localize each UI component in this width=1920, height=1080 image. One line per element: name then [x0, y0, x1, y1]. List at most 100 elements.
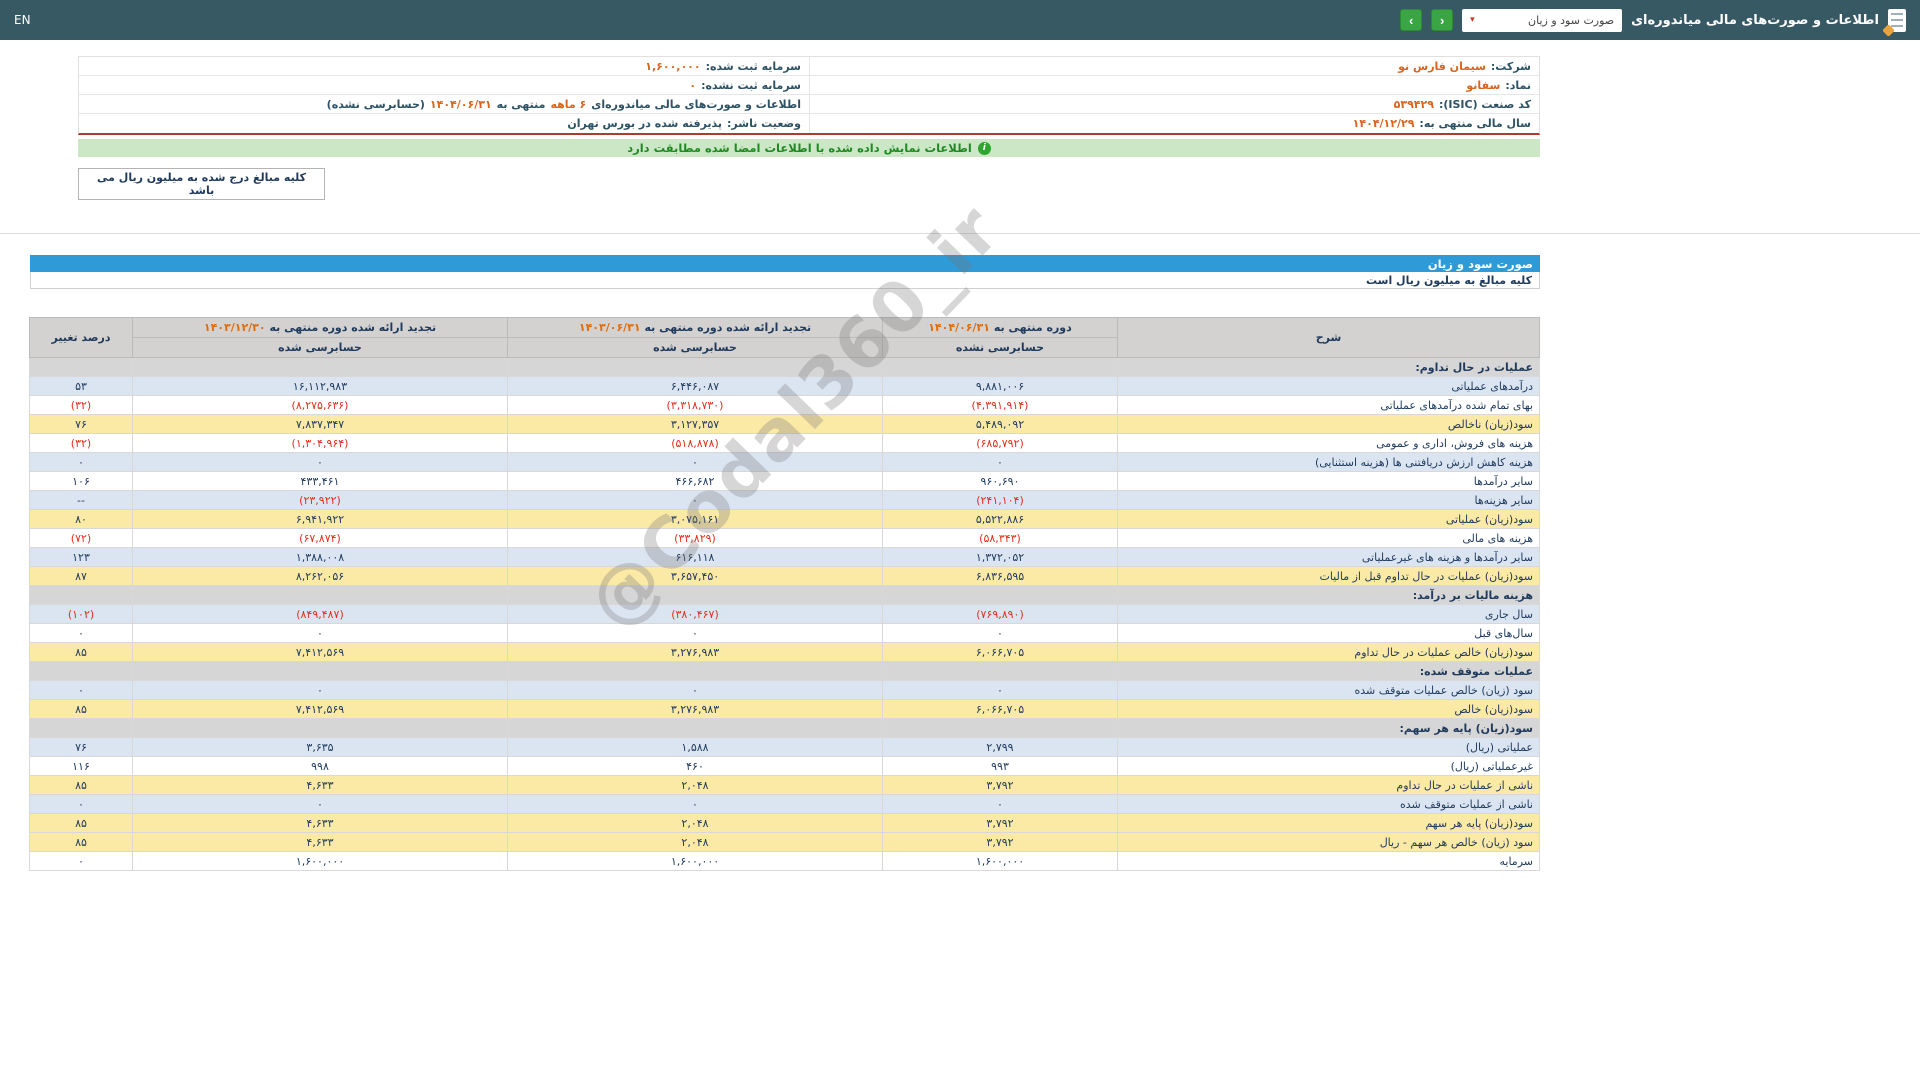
- company-info-section: شرکت: سیمان فارس نو سرمایه ثبت شده: ۱,۶۰…: [30, 56, 1540, 200]
- value-percent-change: ۰: [29, 794, 133, 814]
- page-title: اطلاعات و صورت‌های مالی میاندوره‌ای: [1631, 12, 1879, 28]
- value-percent-change: [29, 357, 133, 377]
- company-label: شرکت:: [1490, 59, 1531, 73]
- fiscal-year-value: ۱۴۰۴/۱۲/۲۹: [1352, 117, 1415, 130]
- value-current-period: ۵,۵۲۲,۸۸۶: [882, 509, 1118, 529]
- value-restated-midyear: ۳,۲۷۶,۹۸۳: [507, 699, 883, 719]
- row-label: هزینه کاهش ارزش دریافتنی ها (هزینه استثن…: [1117, 452, 1540, 472]
- company-info-table: شرکت: سیمان فارس نو سرمایه ثبت شده: ۱,۶۰…: [78, 56, 1540, 135]
- value-current-period: ۰: [882, 680, 1118, 700]
- value-restated-midyear: ۰: [507, 794, 883, 814]
- value-restated-midyear: (۳,۳۱۸,۷۳۰): [507, 395, 883, 415]
- column-header-percent-change: درصد تغییر: [29, 317, 133, 358]
- value-current-period: ۹۹۳: [882, 756, 1118, 776]
- value-restated-year: [132, 661, 508, 681]
- value-current-period: (۷۶۹,۸۹۰): [882, 604, 1118, 624]
- value-restated-year: ۴,۶۳۳: [132, 832, 508, 852]
- value-restated-year: [132, 357, 508, 377]
- signature-match-text: اطلاعات نمایش داده شده با اطلاعات امضا ش…: [627, 141, 972, 155]
- value-restated-year: (۲۳,۹۲۲): [132, 490, 508, 510]
- value-current-period: ۹,۸۸۱,۰۰۶: [882, 376, 1118, 396]
- issuer-status-label: وضعیت ناشر:: [727, 117, 801, 130]
- unregistered-capital-value: ۰: [689, 78, 697, 92]
- period-months: ۶ ماهه: [550, 97, 587, 111]
- value-restated-year: (۱,۳۰۴,۹۶۴): [132, 433, 508, 453]
- value-restated-midyear: ۳,۶۵۷,۴۵۰: [507, 566, 883, 586]
- value-current-period: (۴,۳۹۱,۹۱۴): [882, 395, 1118, 415]
- row-label: سود(زیان) خالص: [1117, 699, 1540, 719]
- row-label: عملیاتی (ریال): [1117, 737, 1540, 757]
- column-header-restated-year: تجدید ارائه شده دوره منتهی به ۱۴۰۳/۱۲/۳۰: [132, 317, 508, 338]
- value-restated-year: [132, 585, 508, 605]
- language-toggle[interactable]: EN: [14, 13, 31, 27]
- chevron-left-icon: ‹: [1439, 12, 1445, 28]
- value-restated-midyear: ۴۶۰: [507, 756, 883, 776]
- registered-capital-value: ۱,۶۰۰,۰۰۰: [645, 59, 701, 73]
- statement-select-value: صورت سود و زیان: [1528, 13, 1615, 27]
- table-row: سود(زیان) خالص ۶,۰۶۶,۷۰۵ ۳,۲۷۶,۹۸۳ ۷,۴۱۲…: [29, 699, 1540, 719]
- table-row: هزینه های مالی (۵۸,۳۴۳) (۳۳,۸۲۹) (۶۷,۸۷۴…: [29, 528, 1540, 548]
- table-row: سرمایه ۱,۶۰۰,۰۰۰ ۱,۶۰۰,۰۰۰ ۱,۶۰۰,۰۰۰ ۰: [29, 851, 1540, 871]
- value-current-period: ۳,۷۹۲: [882, 832, 1118, 852]
- company-name-cell: شرکت: سیمان فارس نو: [809, 57, 1539, 76]
- row-label: ناشی از عملیات متوقف شده: [1117, 794, 1540, 814]
- value-current-period: ۰: [882, 794, 1118, 814]
- company-value: سیمان فارس نو: [1398, 59, 1486, 73]
- signature-match-banner: i اطلاعات نمایش داده شده با اطلاعات امضا…: [78, 139, 1540, 157]
- value-restated-midyear: ۳,۱۲۷,۳۵۷: [507, 414, 883, 434]
- registered-capital-cell: سرمایه ثبت شده: ۱,۶۰۰,۰۰۰: [79, 57, 809, 76]
- previous-period-button[interactable]: ‹: [1431, 9, 1454, 31]
- table-row: سایر درآمدها ۹۶۰,۶۹۰ ۴۶۶,۶۸۲ ۴۳۳,۴۶۱ ۱۰۶: [29, 471, 1540, 491]
- value-percent-change: ۸۵: [29, 813, 133, 833]
- table-row: عملیات در حال تداوم:: [29, 357, 1540, 377]
- restated-midyear-audit-status: حسابرسی شده: [507, 337, 883, 358]
- column-header-description: شرح: [1117, 317, 1540, 358]
- value-restated-year: ۴,۶۳۳: [132, 775, 508, 795]
- value-current-period: ۶,۰۶۶,۷۰۵: [882, 642, 1118, 662]
- statement-select[interactable]: صورت سود و زیان ▾: [1462, 8, 1623, 32]
- income-statement-table: شرح دوره منتهی به ۱۴۰۴/۰۶/۳۱ تجدید ارائه…: [29, 317, 1540, 871]
- table-row: عملیات متوقف شده:: [29, 661, 1540, 681]
- unregistered-capital-label: سرمایه ثبت نشده:: [701, 78, 801, 92]
- value-percent-change: [29, 661, 133, 681]
- next-period-button[interactable]: ›: [1400, 9, 1423, 31]
- table-row: سود (زیان) خالص عملیات متوقف شده ۰ ۰ ۰ ۰: [29, 680, 1540, 700]
- value-restated-year: [132, 718, 508, 738]
- value-current-period: ۶,۸۳۶,۵۹۵: [882, 566, 1118, 586]
- value-restated-midyear: (۳۳,۸۲۹): [507, 528, 883, 548]
- row-label: سال‌های قبل: [1117, 623, 1540, 643]
- row-label: غیرعملیاتی (ریال): [1117, 756, 1540, 776]
- value-percent-change: (۳۲): [29, 433, 133, 453]
- row-label: سرمایه: [1117, 851, 1540, 871]
- row-label: ناشی از عملیات در حال تداوم: [1117, 775, 1540, 795]
- table-row: سود(زیان) عملیات در حال تداوم قبل از مال…: [29, 566, 1540, 586]
- value-current-period: [882, 661, 1118, 681]
- top-bar: اطلاعات و صورت‌های مالی میاندوره‌ای صورت…: [0, 0, 1920, 40]
- value-restated-midyear: ۱,۵۸۸: [507, 737, 883, 757]
- table-row: هزینه کاهش ارزش دریافتنی ها (هزینه استثن…: [29, 452, 1540, 472]
- table-row: سایر هزینه‌ها (۲۴۱,۱۰۴) ۰ (۲۳,۹۲۲) --: [29, 490, 1540, 510]
- value-restated-midyear: ۰: [507, 680, 883, 700]
- row-label: هزینه های فروش، اداری و عمومی: [1117, 433, 1540, 453]
- row-label: سود(زیان) پایه هر سهم: [1117, 813, 1540, 833]
- value-current-period: ۰: [882, 452, 1118, 472]
- table-row: سال‌های قبل ۰ ۰ ۰ ۰: [29, 623, 1540, 643]
- value-percent-change: ۷۶: [29, 414, 133, 434]
- symbol-value: سفانو: [1466, 78, 1501, 92]
- table-row: سود(زیان) عملیاتی ۵,۵۲۲,۸۸۶ ۳,۰۷۵,۱۶۱ ۶,…: [29, 509, 1540, 529]
- value-restated-year: ۰: [132, 623, 508, 643]
- value-current-period: ۱,۶۰۰,۰۰۰: [882, 851, 1118, 871]
- unregistered-capital-cell: سرمایه ثبت نشده: ۰: [79, 76, 809, 95]
- value-percent-change: [29, 585, 133, 605]
- value-current-period: (۵۸,۳۴۳): [882, 528, 1118, 548]
- value-restated-year: ۹۹۸: [132, 756, 508, 776]
- row-label: سود(زیان) پایه هر سهم:: [1117, 718, 1540, 738]
- value-restated-midyear: ۲,۰۴۸: [507, 832, 883, 852]
- registered-capital-label: سرمایه ثبت شده:: [705, 59, 801, 73]
- period-cell: اطلاعات و صورت‌های مالی میاندوره‌ای ۶ ما…: [79, 95, 809, 114]
- value-current-period: (۲۴۱,۱۰۴): [882, 490, 1118, 510]
- value-current-period: ۵,۴۸۹,۰۹۲: [882, 414, 1118, 434]
- value-percent-change: ۱۰۶: [29, 471, 133, 491]
- value-restated-year: ۷,۴۱۲,۵۶۹: [132, 642, 508, 662]
- isic-cell: کد صنعت (ISIC): ۵۳۹۴۲۹: [809, 95, 1539, 114]
